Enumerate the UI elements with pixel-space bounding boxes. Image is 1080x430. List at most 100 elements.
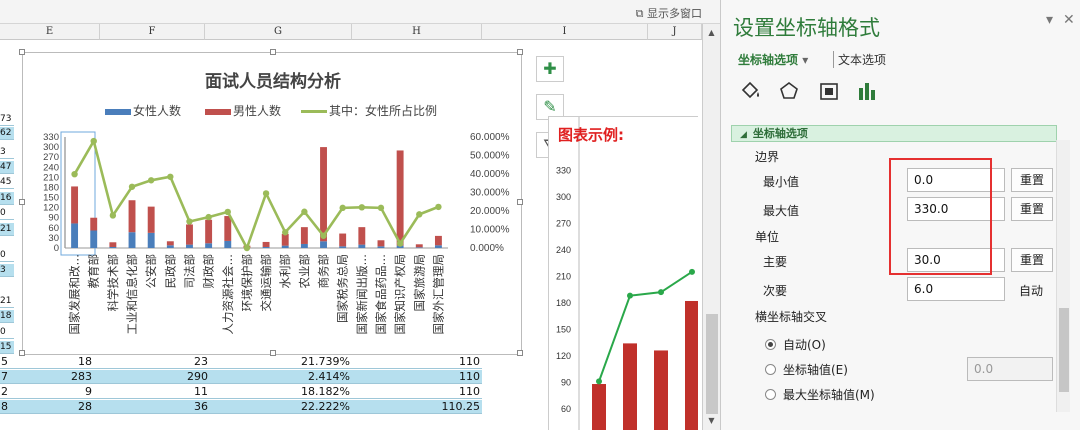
ratio-point <box>205 213 212 221</box>
radio-auto[interactable] <box>765 339 776 350</box>
ratio-point <box>128 183 136 190</box>
radio-max-axis-value[interactable] <box>765 389 776 400</box>
minor-label: 次要 <box>763 284 788 298</box>
bar-male <box>147 206 155 233</box>
panel-vertical-scrollbar[interactable] <box>1056 140 1070 412</box>
size-properties-icon[interactable] <box>817 80 841 102</box>
bar-female <box>339 246 347 248</box>
radio-axis-value[interactable] <box>765 364 776 375</box>
bar-male <box>224 216 232 241</box>
minor-unit-input[interactable]: 6.0 <box>907 277 1005 301</box>
cell[interactable]: 21 <box>0 295 14 308</box>
horizontal-axis-cross-label: 横坐标轴交叉 <box>755 310 828 324</box>
bar-female <box>358 244 366 248</box>
bar-male <box>281 233 289 246</box>
panel-menu-icon[interactable]: ▾ <box>1046 12 1053 28</box>
cell[interactable]: 0 <box>0 326 14 339</box>
ratio-point <box>339 204 346 212</box>
table-row[interactable]: 5 18 23 21.739% 110 <box>0 355 482 369</box>
bar-chart-options-icon[interactable] <box>855 80 879 102</box>
cell: 21.739% <box>301 355 350 368</box>
radio-max-axis-value-label[interactable]: 最大坐标轴值(M) <box>783 386 875 403</box>
tab-axis-options[interactable]: 坐标轴选项 ▾ <box>738 51 808 68</box>
cell[interactable]: 45 <box>0 176 14 189</box>
category-label: 国家食品药品… <box>374 254 388 335</box>
sheet-vertical-scrollbar[interactable]: ▲ ▼ <box>702 24 720 430</box>
ratio-point <box>320 232 327 239</box>
mini-y-tick-label: 210 <box>556 271 571 281</box>
scroll-thumb[interactable] <box>1059 308 1069 392</box>
bar-male <box>415 244 423 248</box>
panel-title: 设置坐标轴格式 <box>733 16 880 40</box>
bounds-label: 边界 <box>755 150 780 164</box>
bar-male <box>300 227 308 244</box>
column-header-f[interactable]: F <box>100 24 205 40</box>
mini-y-tick-label: 90 <box>561 377 571 387</box>
category-label: 民政部 <box>163 254 177 289</box>
cell: 110 <box>459 355 480 368</box>
cell[interactable]: 15 <box>0 341 14 354</box>
cell[interactable]: 18 <box>0 310 14 323</box>
column-header-e[interactable]: E <box>0 24 100 40</box>
example-chart-plot[interactable]: 330 300 270 240 210 180 150 120 90 60 <box>549 117 698 430</box>
reset-max-button[interactable]: 重置 <box>1011 197 1053 221</box>
scroll-up-icon[interactable]: ▲ <box>703 26 720 40</box>
multi-window-button[interactable]: ⧉ 显示多窗口 <box>636 5 702 21</box>
cell: 110.25 <box>441 400 481 413</box>
tab-text-options[interactable]: 文本选项 <box>833 51 886 68</box>
column-header-h[interactable]: H <box>352 24 482 40</box>
cell[interactable]: 3 <box>0 264 14 277</box>
bar-female <box>109 246 117 248</box>
fill-bucket-icon[interactable] <box>739 80 763 102</box>
major-label: 主要 <box>763 255 788 269</box>
main-chart[interactable]: 面试人员结构分析 女性人数 男性人数 其中：女性所占比例 330 300 270 24… <box>19 49 523 356</box>
bar-male <box>205 219 213 244</box>
ratio-point <box>224 208 231 216</box>
cell: 110 <box>459 385 480 398</box>
table-row[interactable]: 2 9 11 18.182% 110 <box>0 385 482 399</box>
cell[interactable]: 16 <box>0 192 14 205</box>
sheet-toolbar: ⧉ 显示多窗口 <box>0 0 720 24</box>
spreadsheet-area[interactable]: ⧉ 显示多窗口 E F G H I J 73 62 3 47 45 16 0 2… <box>0 0 720 430</box>
scroll-thumb[interactable] <box>706 314 718 414</box>
mini-y-tick-label: 240 <box>556 245 571 255</box>
y2-tick-label: 30.000% <box>470 188 510 199</box>
cell[interactable]: 0 <box>0 249 14 262</box>
bar-female <box>90 230 98 248</box>
chevron-down-icon: ▾ <box>802 53 809 67</box>
cell: 5 <box>1 355 8 368</box>
units-label: 单位 <box>755 230 780 244</box>
reset-min-button[interactable]: 重置 <box>1011 168 1053 192</box>
cell[interactable]: 21 <box>0 223 14 236</box>
table-row[interactable]: 8 28 36 22.222% 110.25 <box>0 400 482 414</box>
section-axis-options[interactable]: ◢ 坐标轴选项 <box>731 125 1057 142</box>
scroll-down-icon[interactable]: ▼ <box>703 414 720 428</box>
table-row[interactable]: 7 283 290 2.414% 110 <box>0 370 482 384</box>
cell[interactable]: 3 <box>0 146 14 159</box>
bar-female <box>262 246 270 248</box>
column-header-j[interactable]: J <box>648 24 702 40</box>
column-header-i[interactable]: I <box>482 24 648 40</box>
cell[interactable]: 47 <box>0 161 14 174</box>
column-header-g[interactable]: G <box>205 24 352 40</box>
main-chart-plot[interactable]: 330300270240210180150120906030060.000%50… <box>23 53 523 356</box>
mini-line-point <box>627 292 633 299</box>
pentagon-effects-icon[interactable] <box>777 80 801 102</box>
cell[interactable]: 73 <box>0 113 14 126</box>
radio-axis-value-label[interactable]: 坐标轴值(E) <box>783 361 848 378</box>
ratio-point <box>186 218 193 225</box>
add-element-button[interactable]: ✚ <box>536 56 564 82</box>
reset-major-button[interactable]: 重置 <box>1011 248 1053 272</box>
cell: 110 <box>459 370 480 383</box>
mini-y-tick-label: 270 <box>556 218 571 228</box>
example-chart[interactable]: 330 300 270 240 210 180 150 120 90 60 <box>548 116 698 430</box>
y2-tick-label: 20.000% <box>470 206 510 217</box>
mini-bar <box>685 300 698 430</box>
cell[interactable]: 0 <box>0 207 14 220</box>
category-label: 司法部 <box>182 254 196 289</box>
cell[interactable]: 62 <box>0 127 14 140</box>
axis-value-input[interactable]: 0.0 <box>967 357 1053 381</box>
close-icon[interactable]: ✕ <box>1063 12 1075 28</box>
ratio-point <box>416 211 423 218</box>
radio-auto-label[interactable]: 自动(O) <box>783 336 826 353</box>
